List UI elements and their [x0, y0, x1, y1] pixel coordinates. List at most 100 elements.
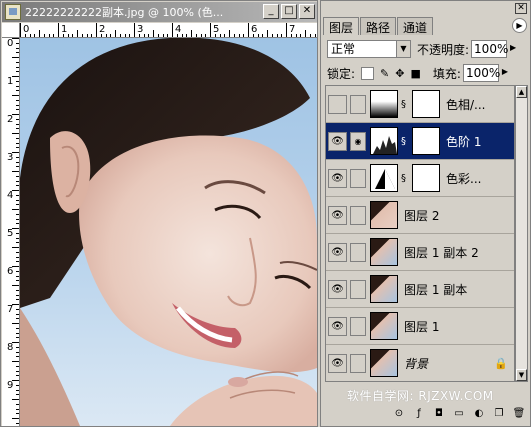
- layer-link-slot[interactable]: [350, 168, 366, 188]
- layer-row[interactable]: 👁 图层 1: [326, 308, 514, 345]
- trash-icon[interactable]: 🗑: [510, 406, 528, 422]
- ruler-top-number: 3: [137, 24, 144, 35]
- fill-slider-arrow-icon[interactable]: ▶: [499, 64, 511, 82]
- palette-close-button[interactable]: ✕: [515, 3, 527, 14]
- ruler-left-number: 7: [7, 304, 14, 315]
- fill-input[interactable]: 100%: [462, 64, 500, 82]
- eye-icon[interactable]: 👁: [328, 131, 347, 151]
- color-balance-thumbnail: [370, 164, 398, 192]
- layer-name: 图层 1 副本: [404, 282, 468, 297]
- blend-mode-select[interactable]: 正常 ▼: [327, 40, 411, 58]
- ruler-top-number: 1: [61, 24, 68, 35]
- layer-row[interactable]: 👁 § 色彩...: [326, 160, 514, 197]
- tab-layers[interactable]: 图层: [323, 17, 360, 35]
- eye-icon[interactable]: 👁: [328, 279, 347, 299]
- layer-name: 图层 1: [404, 319, 440, 334]
- new-adjustment-layer-icon[interactable]: ◐: [470, 406, 488, 422]
- layer-name: 色相/...: [446, 97, 486, 112]
- photo-thumbnail: [370, 349, 398, 377]
- tab-paths[interactable]: 路径: [360, 17, 397, 35]
- ruler-left-number: 6: [7, 266, 14, 277]
- layer-link-slot[interactable]: [350, 242, 366, 262]
- brush-lock-icon[interactable]: ✎: [380, 67, 389, 80]
- layer-row[interactable]: 👁 背景 🔒: [326, 345, 514, 381]
- ruler-top-number: 7: [289, 24, 296, 35]
- maximize-button[interactable]: □: [281, 4, 297, 19]
- tab-channels[interactable]: 通道: [397, 17, 434, 35]
- lock-transparency-checkbox[interactable]: [361, 66, 375, 80]
- photo-thumbnail: [370, 238, 398, 266]
- chain-link-icon[interactable]: §: [401, 136, 410, 147]
- eye-icon[interactable]: 👁: [328, 353, 347, 373]
- photo-thumbnail: [370, 312, 398, 340]
- layer-row[interactable]: 👁 图层 1 副本: [326, 271, 514, 308]
- ruler-left-number: 4: [7, 190, 14, 201]
- portrait-photo: [20, 38, 317, 426]
- layer-link-slot[interactable]: [350, 279, 366, 299]
- new-layer-icon[interactable]: ❐: [490, 406, 508, 422]
- close-button[interactable]: ✕: [299, 4, 315, 19]
- document-title: 22222222222副本.jpg @ 100% (色...: [25, 6, 224, 19]
- photoshop-doc-icon: [5, 4, 21, 20]
- layer-link-slot[interactable]: [350, 94, 366, 114]
- ruler-top-number: 5: [213, 24, 220, 35]
- link-icon[interactable]: ⊙: [390, 406, 408, 422]
- image-canvas[interactable]: [20, 38, 317, 426]
- layer-name: 色彩...: [446, 171, 482, 186]
- ruler-corner[interactable]: [2, 23, 20, 38]
- palette-menu-button[interactable]: ▶: [512, 18, 527, 33]
- opacity-input[interactable]: 100%: [471, 40, 508, 58]
- lock-label: 锁定:: [327, 66, 356, 81]
- lock-all-icon[interactable]: ■: [410, 67, 420, 80]
- layer-mask-thumbnail[interactable]: [412, 127, 440, 155]
- levels-thumbnail: [370, 127, 398, 155]
- minimize-button[interactable]: _: [263, 4, 279, 19]
- fill-label: 填充:: [432, 66, 461, 81]
- scroll-down-icon[interactable]: ▼: [516, 369, 527, 381]
- blend-mode-value: 正常: [331, 42, 356, 56]
- layer-link-slot[interactable]: [350, 205, 366, 225]
- ruler-left-number: 0: [7, 38, 14, 49]
- layer-name: 背景: [404, 356, 429, 371]
- layer-row[interactable]: 👁 图层 2: [326, 197, 514, 234]
- document-window: 22222222222副本.jpg @ 100% (色... _ □ ✕ 0 1: [0, 0, 318, 427]
- layer-link-slot[interactable]: [350, 353, 366, 373]
- photo-thumbnail: [370, 201, 398, 229]
- ruler-top-number: 4: [175, 24, 182, 35]
- layer-name: 色阶 1: [446, 134, 482, 149]
- layer-row[interactable]: § 色相/...: [326, 86, 514, 123]
- lock-icon: 🔒: [494, 356, 508, 370]
- document-titlebar[interactable]: 22222222222副本.jpg @ 100% (色... _ □ ✕: [2, 2, 317, 22]
- brush-active-icon[interactable]: ◉: [350, 131, 366, 151]
- eye-icon[interactable]: 👁: [328, 168, 347, 188]
- ruler-left-number: 5: [7, 228, 14, 239]
- layer-mask-thumbnail[interactable]: [412, 90, 440, 118]
- ruler-left-number: 9: [7, 380, 14, 391]
- ruler-top-number: 6: [251, 24, 258, 35]
- add-mask-icon[interactable]: ◘: [430, 406, 448, 422]
- eye-icon[interactable]: 👁: [328, 316, 347, 336]
- eye-icon[interactable]: 👁: [328, 205, 347, 225]
- photo-thumbnail: [370, 275, 398, 303]
- scroll-up-icon[interactable]: ▲: [516, 86, 527, 98]
- layer-mask-thumbnail[interactable]: [412, 164, 440, 192]
- hue-saturation-thumbnail: [370, 90, 398, 118]
- chain-link-icon[interactable]: §: [401, 173, 410, 184]
- ruler-horizontal[interactable]: 0 1 2 3 4 5 6 7: [20, 23, 317, 38]
- watermark-text: 软件自学网: RJZXW.COM: [347, 389, 494, 403]
- chain-link-icon[interactable]: §: [401, 99, 410, 110]
- opacity-slider-arrow-icon[interactable]: ▶: [507, 40, 519, 58]
- new-group-folder-icon[interactable]: ▭: [450, 406, 468, 422]
- ruler-left-number: 3: [7, 152, 14, 163]
- layer-style-icon[interactable]: ƒ: [410, 406, 428, 422]
- visibility-toggle[interactable]: [328, 94, 347, 114]
- ruler-vertical[interactable]: 0 1 2 3 4 5 6 7 8 9: [2, 38, 20, 426]
- layers-bottom-toolbar: ⊙ ƒ ◘ ▭ ◐ ❐ 🗑: [324, 405, 528, 423]
- move-lock-icon[interactable]: ✥: [395, 67, 404, 80]
- layers-scrollbar[interactable]: ▲ ▼: [515, 85, 528, 382]
- layer-link-slot[interactable]: [350, 316, 366, 336]
- eye-icon[interactable]: 👁: [328, 242, 347, 262]
- layer-row[interactable]: 👁 图层 1 副本 2: [326, 234, 514, 271]
- layers-palette: ✕ 图层 路径 通道 ▶ 正常 ▼ 不透明度: 100% ▶ 锁定: ✎ ✥ ■…: [320, 0, 531, 427]
- layer-row[interactable]: 👁 ◉ § 色阶 1: [326, 123, 514, 160]
